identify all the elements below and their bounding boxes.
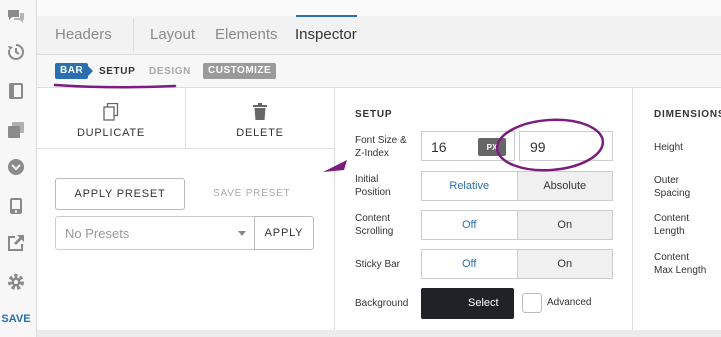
annotation-overlay bbox=[53, 83, 605, 172]
annotation-underline bbox=[53, 83, 177, 89]
annotation-circle bbox=[495, 118, 605, 172]
annotation-arrow-icon bbox=[323, 160, 347, 172]
